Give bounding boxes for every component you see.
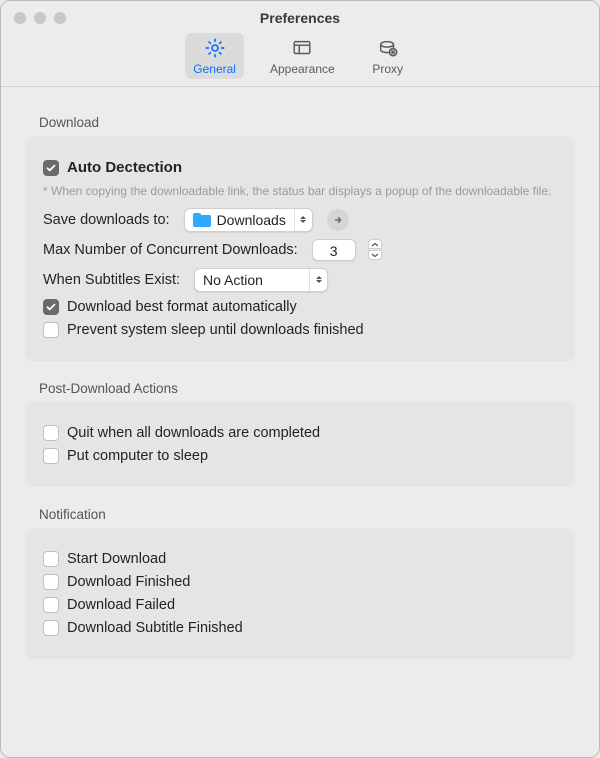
sleep-when-done-row: Put computer to sleep — [43, 448, 557, 464]
content-area: Download Auto Dectection * When copying … — [1, 87, 599, 659]
updown-icon — [294, 209, 312, 231]
sleep-when-done-label: Put computer to sleep — [67, 448, 208, 464]
subtitles-exist-value: No Action — [203, 272, 263, 288]
folder-icon — [193, 213, 211, 227]
notif-failed-label: Download Failed — [67, 597, 175, 613]
notif-start-label: Start Download — [67, 551, 166, 567]
tab-general[interactable]: General — [185, 33, 244, 79]
notif-failed-row: Download Failed — [43, 597, 557, 613]
notif-subtitle-finished-checkbox[interactable] — [43, 620, 59, 636]
save-downloads-select[interactable]: Downloads — [184, 208, 313, 232]
arrow-right-icon — [332, 214, 344, 226]
sleep-when-done-checkbox[interactable] — [43, 448, 59, 464]
auto-detection-checkbox[interactable] — [43, 160, 59, 176]
max-concurrent-label: Max Number of Concurrent Downloads: — [43, 242, 298, 258]
tab-label: Appearance — [270, 62, 335, 76]
stepper-up[interactable] — [368, 239, 382, 249]
auto-detection-label: Auto Dectection — [67, 159, 182, 176]
post-download-card: Quit when all downloads are completed Pu… — [25, 402, 575, 487]
section-heading-notification: Notification — [39, 507, 575, 522]
notif-start-checkbox[interactable] — [43, 551, 59, 567]
subtitles-exist-row: When Subtitles Exist: No Action — [43, 268, 557, 292]
tab-label: General — [193, 62, 236, 76]
checkmark-icon — [45, 301, 57, 313]
quit-when-done-row: Quit when all downloads are completed — [43, 425, 557, 441]
notif-start-row: Start Download — [43, 551, 557, 567]
window-title: Preferences — [1, 10, 599, 26]
notif-finished-label: Download Finished — [67, 574, 190, 590]
appearance-icon — [291, 37, 313, 59]
auto-detection-hint: * When copying the downloadable link, th… — [43, 183, 557, 200]
max-concurrent-row: Max Number of Concurrent Downloads: 3 — [43, 239, 557, 261]
max-concurrent-stepper[interactable] — [368, 239, 382, 261]
notif-subtitle-finished-row: Download Subtitle Finished — [43, 620, 557, 636]
gear-icon — [204, 37, 226, 59]
save-downloads-label: Save downloads to: — [43, 212, 170, 228]
download-card: Auto Dectection * When copying the downl… — [25, 136, 575, 361]
auto-detection-row: Auto Dectection — [43, 159, 557, 176]
section-heading-post-download: Post-Download Actions — [39, 381, 575, 396]
prevent-sleep-checkbox[interactable] — [43, 322, 59, 338]
updown-icon — [309, 269, 327, 291]
quit-when-done-checkbox[interactable] — [43, 425, 59, 441]
prevent-sleep-label: Prevent system sleep until downloads fin… — [67, 322, 364, 338]
section-heading-download: Download — [39, 115, 575, 130]
best-format-row: Download best format automatically — [43, 299, 557, 315]
notification-card: Start Download Download Finished Downloa… — [25, 528, 575, 659]
max-concurrent-field[interactable]: 3 — [312, 239, 356, 261]
tab-proxy[interactable]: Proxy — [361, 33, 415, 79]
save-downloads-value: Downloads — [217, 212, 286, 228]
prevent-sleep-row: Prevent system sleep until downloads fin… — [43, 322, 557, 338]
chevron-up-icon — [371, 242, 379, 247]
best-format-checkbox[interactable] — [43, 299, 59, 315]
preferences-toolbar: General Appearance — [1, 33, 599, 79]
subtitles-exist-select[interactable]: No Action — [194, 268, 328, 292]
stepper-down[interactable] — [368, 250, 382, 260]
tab-label: Proxy — [372, 62, 403, 76]
save-downloads-row: Save downloads to: Downloads — [43, 208, 557, 232]
reveal-in-finder-button[interactable] — [327, 209, 349, 231]
tab-appearance[interactable]: Appearance — [262, 33, 343, 79]
subtitles-exist-label: When Subtitles Exist: — [43, 272, 180, 288]
notif-subtitle-finished-label: Download Subtitle Finished — [67, 620, 243, 636]
notif-failed-checkbox[interactable] — [43, 597, 59, 613]
titlebar: Preferences General — [1, 1, 599, 87]
quit-when-done-label: Quit when all downloads are completed — [67, 425, 320, 441]
notif-finished-checkbox[interactable] — [43, 574, 59, 590]
preferences-window: Preferences General — [0, 0, 600, 758]
notif-finished-row: Download Finished — [43, 574, 557, 590]
checkmark-icon — [45, 162, 57, 174]
proxy-icon — [377, 37, 399, 59]
chevron-down-icon — [371, 253, 379, 258]
best-format-label: Download best format automatically — [67, 299, 297, 315]
